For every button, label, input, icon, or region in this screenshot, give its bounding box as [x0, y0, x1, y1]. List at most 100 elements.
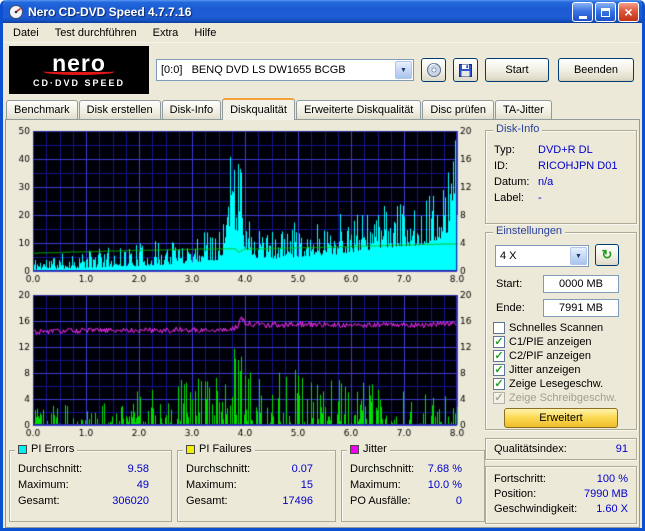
end-position-label: Ende: — [496, 302, 525, 314]
tab-disk-erstellen[interactable]: Disk erstellen — [78, 100, 161, 119]
start-position-label: Start: — [496, 278, 523, 290]
stat-label: Maximum: — [186, 479, 237, 491]
checkbox-box — [493, 392, 505, 404]
disk-label-value: - — [538, 192, 542, 204]
stat-value: 49 — [136, 479, 149, 491]
nero-logo-subtext: CD·DVD SPEED — [32, 77, 125, 88]
drive-select-value: [0:0] BENQ DVD LS DW1655 BCGB — [161, 64, 346, 76]
position-label: Position: — [494, 488, 537, 500]
disk-id-value: RICOHJPN D01 — [538, 160, 618, 172]
checkbox-box[interactable] — [493, 350, 505, 362]
toolbar: nero CD·DVD SPEED [0:0] BENQ DVD LS DW16… — [3, 43, 642, 97]
refresh-icon: ↻ — [601, 247, 613, 262]
menu-test-durchfuehren[interactable]: Test durchführen — [47, 25, 145, 41]
checkbox-c1-pie-anzeigen[interactable]: C1/PIE anzeigen — [493, 335, 592, 349]
stat-value: 10.0 % — [427, 479, 462, 491]
tab-disc-pruefen[interactable]: Disc prüfen — [422, 100, 495, 119]
disk-date-value: n/a — [538, 176, 554, 188]
floppy-icon — [458, 63, 473, 78]
checkbox-label: C2/PIF anzeigen — [509, 350, 591, 362]
disk-info-label: ID: — [494, 160, 509, 172]
eject-disc-button[interactable] — [421, 58, 446, 82]
tab-ta-jitter[interactable]: TA-Jitter — [495, 100, 552, 119]
maximize-icon — [601, 7, 610, 17]
disk-info-label: Datum: — [494, 176, 530, 188]
start-position-field[interactable]: 0000 MB — [543, 275, 619, 293]
pi-errors-title: PI Errors — [31, 443, 75, 455]
stat-label: Maximum: — [350, 479, 401, 491]
menubar: Datei Test durchführen Extra Hilfe — [3, 23, 642, 43]
tab-disk-info[interactable]: Disk-Info — [161, 100, 222, 119]
scan-speed-select[interactable]: 4 X ▼ — [495, 245, 589, 267]
quality-index-label: Qualitätsindex: — [494, 443, 567, 455]
checkbox-label: Zeige Lesegeschw. — [509, 378, 604, 390]
menu-extra[interactable]: Extra — [145, 25, 187, 41]
checkbox-label: C1/PIE anzeigen — [509, 336, 592, 348]
checkbox-label: Jitter anzeigen — [509, 364, 581, 376]
app-icon — [8, 4, 24, 20]
disk-type-value: DVD+R DL — [538, 144, 593, 156]
checkbox-c2-pif-anzeigen[interactable]: C2/PIF anzeigen — [493, 349, 591, 363]
pi-failures-panel: PI Failures Durchschnitt: 0.07 Maximum: 15… — [177, 443, 336, 522]
stat-label: Maximum: — [18, 479, 69, 491]
progress-value: 100 % — [596, 473, 628, 485]
checkbox-box[interactable] — [493, 378, 505, 390]
checkbox-zeige-schreibgeschw: Zeige Schreibgeschw. — [493, 391, 617, 405]
jitter-swatch — [350, 444, 359, 454]
nero-logo: nero CD·DVD SPEED — [9, 46, 149, 94]
quit-button[interactable]: Beenden — [558, 58, 634, 82]
quality-index-panel: Qualitätsindex: 91 — [485, 438, 637, 460]
minimize-button[interactable] — [572, 2, 593, 22]
stat-label: Gesamt: — [18, 495, 60, 507]
stat-value: 15 — [300, 479, 313, 491]
stat-label: Gesamt: — [186, 495, 228, 507]
progress-label: Fortschritt: — [494, 473, 546, 485]
app-window: Nero CD-DVD Speed 4.7.7.16 × Datei Test … — [0, 0, 645, 531]
progress-panel: Fortschritt: 100 % Position: 7990 MB Gesch… — [485, 466, 637, 524]
tab-benchmark[interactable]: Benchmark — [6, 100, 78, 119]
nero-logo-swoosh — [43, 68, 115, 75]
checkbox-label: Schnelles Scannen — [509, 322, 604, 334]
scan-speed-value: 4 X — [500, 250, 517, 262]
jitter-title: Jitter — [363, 443, 387, 455]
menu-hilfe[interactable]: Hilfe — [186, 25, 224, 41]
checkbox-box[interactable] — [493, 364, 505, 376]
chevron-down-icon[interactable]: ▼ — [395, 61, 412, 79]
pif-jitter-chart — [9, 290, 483, 440]
pi-failures-title: PI Failures — [199, 443, 252, 455]
checkbox-jitter-anzeigen[interactable]: Jitter anzeigen — [493, 363, 581, 377]
end-position-field[interactable]: 7991 MB — [543, 299, 619, 317]
stat-value: 306020 — [112, 495, 149, 507]
tab-erweiterte-diskqualitaet[interactable]: Erweiterte Diskqualität — [295, 100, 422, 119]
checkbox-box[interactable] — [493, 336, 505, 348]
checkbox-box[interactable] — [493, 322, 505, 334]
disk-info-label: Label: — [494, 192, 524, 204]
tab-bar: Benchmark Disk erstellen Disk-Info Diskq… — [3, 97, 642, 120]
disk-info-panel: Disk-Info Typ: DVD+R DL ID: RICOHJPN D01 D… — [485, 123, 637, 224]
position-value: 7990 MB — [583, 488, 628, 500]
close-button[interactable]: × — [618, 2, 639, 22]
quality-index-value: 91 — [615, 443, 628, 455]
settings-panel: Einstellungen 4 X ▼ ↻ Start: 0000 MB End… — [485, 225, 637, 430]
drive-select[interactable]: [0:0] BENQ DVD LS DW1655 BCGB ▼ — [156, 59, 414, 81]
settings-title: Einstellungen — [493, 225, 566, 237]
advanced-button[interactable]: Erweitert — [504, 408, 618, 428]
stat-label: Durchschnitt: — [186, 463, 251, 475]
disc-icon — [426, 62, 442, 78]
maximize-button[interactable] — [595, 2, 616, 22]
speed-label: Geschwindigkeit: — [494, 503, 578, 515]
chevron-down-icon[interactable]: ▼ — [570, 247, 587, 265]
start-button[interactable]: Start — [485, 58, 549, 82]
pi-errors-swatch — [18, 444, 27, 454]
statistics-row: PI Errors Durchschnitt: 9.58 Maximum: 49 G… — [9, 443, 485, 522]
checkbox-zeige-lesegeschw[interactable]: Zeige Lesegeschw. — [493, 377, 603, 391]
stat-value: 17496 — [282, 495, 313, 507]
save-button[interactable] — [453, 58, 478, 82]
checkbox-schnelles-scannen[interactable]: Schnelles Scannen — [493, 321, 603, 335]
tab-diskqualitaet[interactable]: Diskqualität — [222, 98, 295, 120]
stat-value: 7.68 % — [427, 463, 462, 475]
window-title: Nero CD-DVD Speed 4.7.7.16 — [28, 5, 192, 19]
disk-info-title: Disk-Info — [493, 123, 543, 135]
menu-datei[interactable]: Datei — [5, 25, 47, 41]
refresh-button[interactable]: ↻ — [595, 244, 619, 266]
